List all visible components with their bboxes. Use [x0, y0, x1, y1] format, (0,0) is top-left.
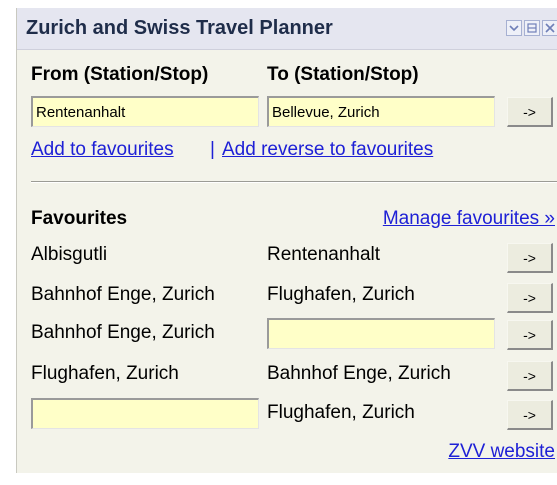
favourite-from: Albisgutli: [31, 244, 108, 265]
collapse-icon[interactable]: [506, 20, 522, 36]
widget-title: Zurich and Swiss Travel Planner: [26, 17, 333, 39]
plan-journey-button[interactable]: ->: [507, 97, 553, 127]
minimize-icon[interactable]: [524, 20, 540, 36]
favourite-go-button[interactable]: ->: [507, 400, 553, 430]
window-controls: [504, 20, 557, 38]
favourite-to: Rentenanhalt: [267, 244, 381, 265]
favourite-from: Bahnhof Enge, Zurich: [31, 284, 215, 305]
favourites-heading: Favourites: [31, 208, 128, 229]
zvv-website-link[interactable]: ZVV website: [448, 441, 555, 463]
add-reverse-to-favourites-link[interactable]: Add reverse to favourites: [222, 139, 433, 161]
link-separator: |: [210, 139, 215, 160]
to-station-input[interactable]: [267, 96, 495, 127]
favourite-go-button[interactable]: ->: [507, 361, 553, 391]
add-to-favourites-link[interactable]: Add to favourites: [31, 139, 174, 161]
to-label: To (Station/Stop): [267, 64, 419, 85]
favourite-to: Flughafen, Zurich: [267, 284, 415, 305]
favourite-go-button[interactable]: ->: [507, 283, 553, 313]
divider: [31, 181, 557, 183]
from-label: From (Station/Stop): [31, 64, 209, 85]
favourite-go-button[interactable]: ->: [507, 320, 553, 350]
favourite-from-input[interactable]: [31, 398, 259, 429]
favourite-to: Flughafen, Zurich: [267, 402, 415, 423]
widget-titlebar: Zurich and Swiss Travel Planner: [17, 8, 557, 50]
close-icon[interactable]: [542, 20, 557, 36]
travel-planner-widget: Zurich and Swiss Travel Planner From (St…: [16, 8, 557, 473]
from-station-input[interactable]: [31, 96, 259, 127]
favourite-to-input[interactable]: [267, 318, 495, 349]
favourite-to: Bahnhof Enge, Zurich: [267, 363, 451, 384]
manage-favourites-link[interactable]: Manage favourites »: [383, 208, 555, 230]
favourite-go-button[interactable]: ->: [507, 243, 553, 273]
favourite-from: Flughafen, Zurich: [31, 363, 179, 384]
favourite-from: Bahnhof Enge, Zurich: [31, 322, 215, 343]
